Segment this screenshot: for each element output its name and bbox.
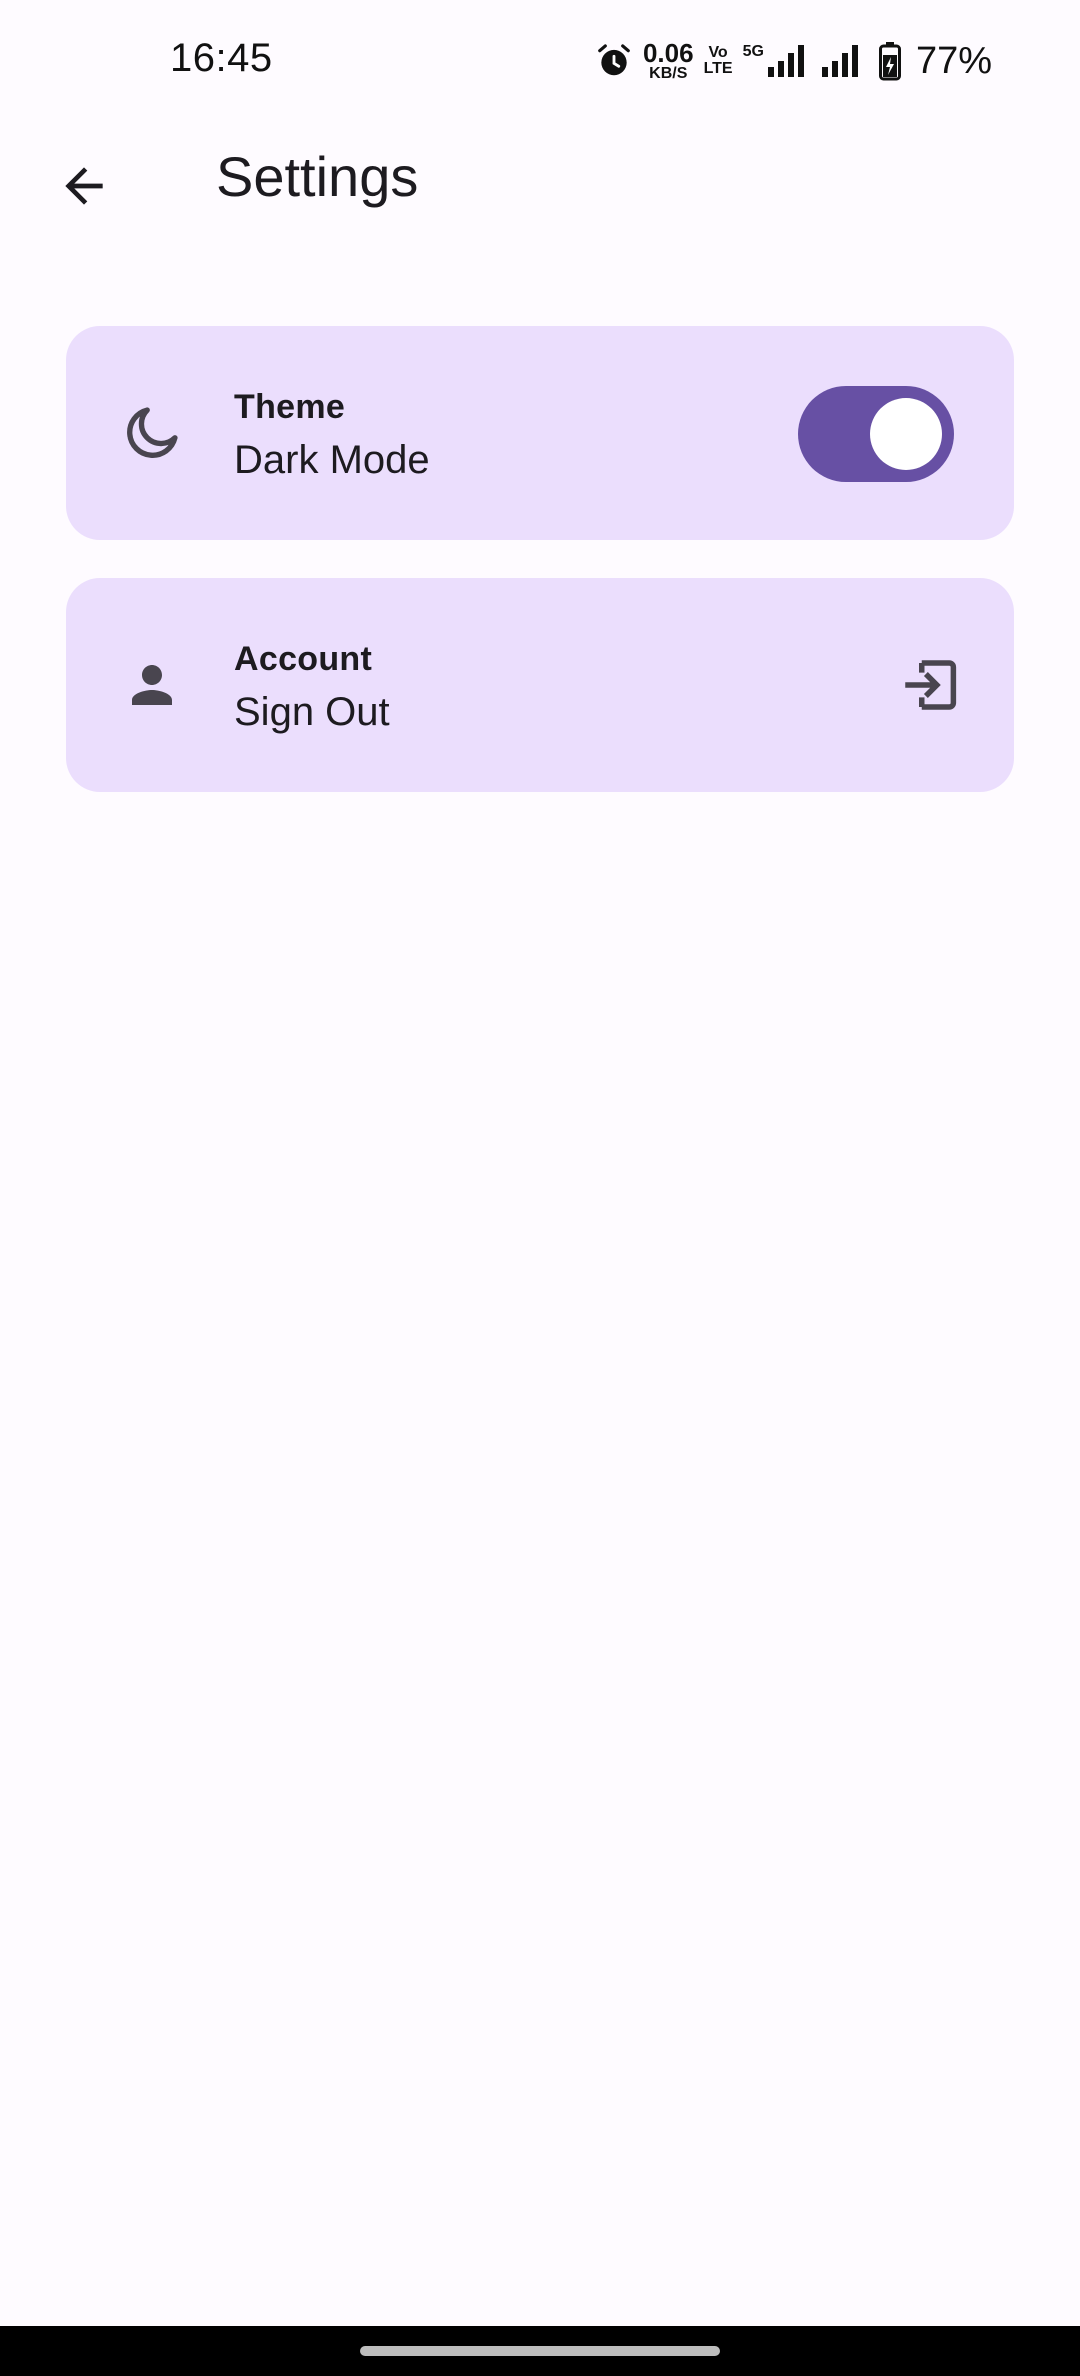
gesture-handle[interactable] [360,2346,720,2356]
arrow-back-icon [56,158,112,219]
theme-setting-title: Theme [234,388,346,426]
page-title: Settings [216,145,419,208]
status-time: 16:45 [170,36,273,80]
back-button[interactable] [44,148,124,228]
system-navigation-bar [0,2326,1080,2376]
network-speed-unit: KB/S [649,65,688,82]
status-icons: 0.06 KB/S Vo LTE 5G 77% [595,36,992,86]
toggle-thumb [870,398,942,470]
account-setting-text: Account Sign Out [234,638,390,740]
theme-setting-text: Theme Dark Mode [234,386,430,488]
battery-charging-icon [878,41,902,81]
volte-indicator: Vo LTE [704,45,733,77]
volte-bottom: LTE [703,60,733,77]
network-type-label: 5G [742,43,764,60]
signal-5g-icon: 5G [743,43,810,79]
status-bar: 16:45 0.06 KB/S Vo LTE 5G 77% [0,0,1080,120]
logout-icon[interactable] [894,649,966,721]
moon-icon [120,401,184,465]
theme-setting-subtitle: Dark Mode [234,438,430,482]
battery-percent: 77% [915,39,992,82]
network-speed-value: 0.06 [642,38,694,68]
person-icon [120,653,184,717]
account-setting-subtitle: Sign Out [234,690,390,734]
signal-icon [820,43,868,79]
theme-setting-card[interactable]: Theme Dark Mode [66,326,1014,540]
network-speed: 0.06 KB/S [643,40,694,82]
dark-mode-toggle[interactable] [798,386,954,482]
account-setting-card[interactable]: Account Sign Out [66,578,1014,792]
app-bar: Settings [0,120,1080,232]
account-setting-title: Account [234,640,373,678]
volte-top: Vo [708,44,728,61]
alarm-icon [595,42,633,80]
